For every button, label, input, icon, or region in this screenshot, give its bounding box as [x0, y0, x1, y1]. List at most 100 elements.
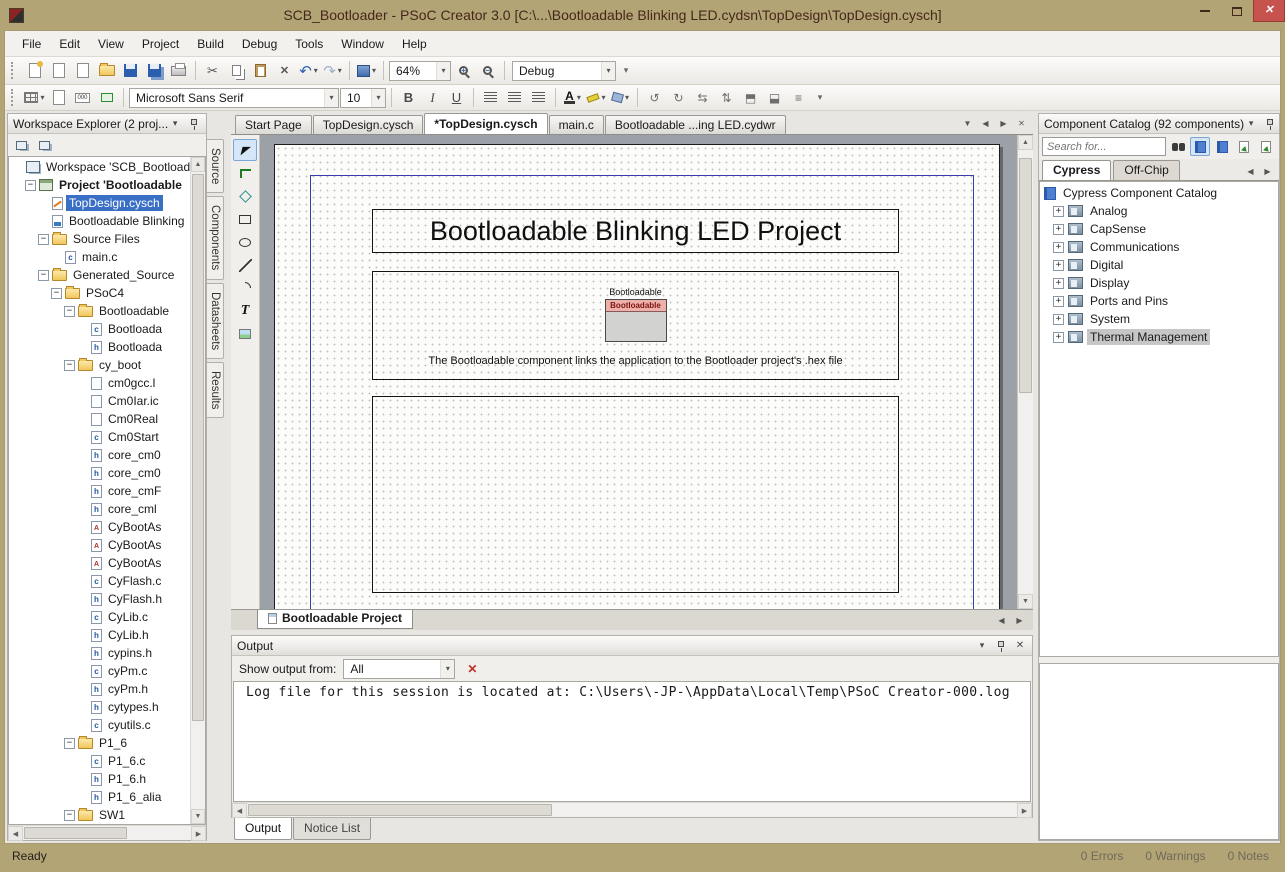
menu-view[interactable]: View	[89, 33, 133, 55]
zoom-out-button[interactable]: −	[476, 60, 499, 82]
redo-button[interactable]: ▾	[321, 60, 344, 82]
component-box[interactable]: Bootloadable Bootloadable The Bootloadab…	[372, 271, 899, 380]
tree-item[interactable]: Bootloada	[9, 338, 190, 356]
flip-vertical-button[interactable]: ⇅	[715, 87, 738, 109]
open-button[interactable]	[95, 60, 118, 82]
tree-item[interactable]: −cy_boot	[9, 356, 190, 374]
underline-button[interactable]: U	[445, 87, 468, 109]
undo-button[interactable]: ▾	[297, 60, 320, 82]
menu-tools[interactable]: Tools	[286, 33, 332, 55]
auto-hide-button[interactable]	[1263, 117, 1277, 131]
workspace-explorer-header[interactable]: Workspace Explorer (2 proj...	[8, 114, 206, 134]
catalog-root[interactable]: Cypress Component Catalog	[1040, 184, 1278, 202]
catalog-item[interactable]: +Analog	[1040, 202, 1278, 220]
catalog-item[interactable]: +Communications	[1040, 238, 1278, 256]
bring-to-front-button[interactable]: ⬒	[739, 87, 762, 109]
next-sheet-icon[interactable]: ▶	[1012, 613, 1027, 628]
delete-button[interactable]	[273, 60, 296, 82]
toolbar-overflow-icon[interactable]: ▾	[619, 61, 633, 81]
tree-item[interactable]: CyBootAs	[9, 536, 190, 554]
tree-item[interactable]: CyFlash.c	[9, 572, 190, 590]
tree-item[interactable]: CyBootAs	[9, 554, 190, 572]
note-count[interactable]: 0 Notes	[1228, 849, 1269, 863]
line-tool[interactable]	[233, 254, 257, 276]
tree-item[interactable]: P1_6.c	[9, 752, 190, 770]
tree-item[interactable]: CyLib.h	[9, 626, 190, 644]
catalog-item[interactable]: +Thermal Management	[1040, 328, 1278, 346]
expander-icon[interactable]: −	[64, 810, 75, 821]
filter-toggle-button[interactable]	[1190, 137, 1210, 156]
expander-icon[interactable]: +	[1053, 206, 1064, 217]
ellipse-tool[interactable]	[233, 231, 257, 253]
prev-sheet-icon[interactable]: ◀	[994, 613, 1009, 628]
output-horizontal-scrollbar[interactable]: ◀ ▶	[232, 802, 1032, 817]
tree-item[interactable]: cyPm.c	[9, 662, 190, 680]
text-tool[interactable]	[233, 300, 257, 322]
menu-build[interactable]: Build	[188, 33, 233, 55]
flip-horizontal-button[interactable]: ⇆	[691, 87, 714, 109]
expander-icon[interactable]: −	[38, 234, 49, 245]
print-preview-button[interactable]	[167, 60, 190, 82]
toolbar-grip[interactable]	[11, 89, 17, 106]
error-count[interactable]: 0 Errors	[1081, 849, 1124, 863]
component-catalog-header[interactable]: Component Catalog (92 components)	[1039, 114, 1279, 134]
scroll-down-icon[interactable]: ▼	[191, 809, 205, 824]
scroll-tabs-right-icon[interactable]: ▶	[1260, 164, 1275, 179]
save-all-button[interactable]	[143, 60, 166, 82]
expander-icon[interactable]: +	[1053, 278, 1064, 289]
scrollbar-thumb[interactable]	[1019, 158, 1032, 393]
menu-help[interactable]: Help	[393, 33, 436, 55]
wire-tool[interactable]	[233, 162, 257, 184]
send-to-back-button[interactable]: ⬓	[763, 87, 786, 109]
tree-item[interactable]: core_cm0	[9, 446, 190, 464]
diamond-tool[interactable]	[233, 185, 257, 207]
scroll-left-icon[interactable]: ◀	[232, 803, 247, 818]
show-output-combo[interactable]: All ▾	[343, 659, 455, 679]
snap-grid-button[interactable]	[47, 87, 70, 109]
toolbar-overflow-icon[interactable]: ▾	[813, 88, 827, 108]
scrollbar-thumb[interactable]	[24, 827, 127, 839]
tree-item[interactable]: −SW1	[9, 806, 190, 824]
zoom-in-button[interactable]: +	[452, 60, 475, 82]
wire-label-button[interactable]	[95, 87, 118, 109]
font-size-combo[interactable]: 10▾	[340, 88, 386, 108]
tree-item[interactable]: cm0gcc.l	[9, 374, 190, 392]
font-color-button[interactable]: A▾	[561, 87, 584, 109]
output-log[interactable]: Log file for this session is located at:…	[233, 681, 1031, 802]
fill-color-button[interactable]: ▾	[609, 87, 632, 109]
rotate-left-button[interactable]: ↺	[643, 87, 666, 109]
tree-item[interactable]: core_cmF	[9, 482, 190, 500]
paste-button[interactable]	[249, 60, 272, 82]
search-input[interactable]	[1042, 137, 1166, 156]
document-tab[interactable]: TopDesign.cysch	[313, 115, 424, 134]
output-tab-notice-list[interactable]: Notice List	[293, 818, 371, 840]
tab-list-dropdown-icon[interactable]: ▼	[960, 116, 975, 131]
expander-icon[interactable]: −	[64, 738, 75, 749]
catalog-tab-cypress[interactable]: Cypress	[1042, 160, 1111, 180]
menu-edit[interactable]: Edit	[50, 33, 89, 55]
menu-project[interactable]: Project	[133, 33, 188, 55]
catalog-item[interactable]: +CapSense	[1040, 220, 1278, 238]
tree-item[interactable]: CyFlash.h	[9, 590, 190, 608]
display-format-button[interactable]	[71, 87, 94, 109]
menu-window[interactable]: Window	[332, 33, 393, 55]
expander-icon[interactable]: −	[64, 360, 75, 371]
document-tab[interactable]: Start Page	[235, 115, 312, 134]
select-tool[interactable]	[233, 139, 257, 161]
tree-item[interactable]: −Source Files	[9, 230, 190, 248]
scroll-up-icon[interactable]: ▲	[1018, 135, 1033, 150]
catalog-item[interactable]: +Digital	[1040, 256, 1278, 274]
catalog-item[interactable]: +System	[1040, 310, 1278, 328]
workspace-vertical-scrollbar[interactable]: ▲ ▼	[190, 157, 205, 824]
rect-tool[interactable]	[233, 208, 257, 230]
menu-file[interactable]: File	[13, 33, 50, 55]
tree-item[interactable]: Cm0Iar.ic	[9, 392, 190, 410]
palette-tab-datasheets[interactable]: Datasheets	[207, 283, 224, 359]
empty-box[interactable]	[372, 396, 899, 593]
catalog-item[interactable]: +Ports and Pins	[1040, 292, 1278, 310]
expander-icon[interactable]: +	[1053, 224, 1064, 235]
scroll-right-icon[interactable]: ▶	[1017, 803, 1032, 818]
output-tab-output[interactable]: Output	[234, 818, 292, 840]
align-left-button[interactable]	[479, 87, 502, 109]
window-position-icon[interactable]	[168, 117, 182, 131]
